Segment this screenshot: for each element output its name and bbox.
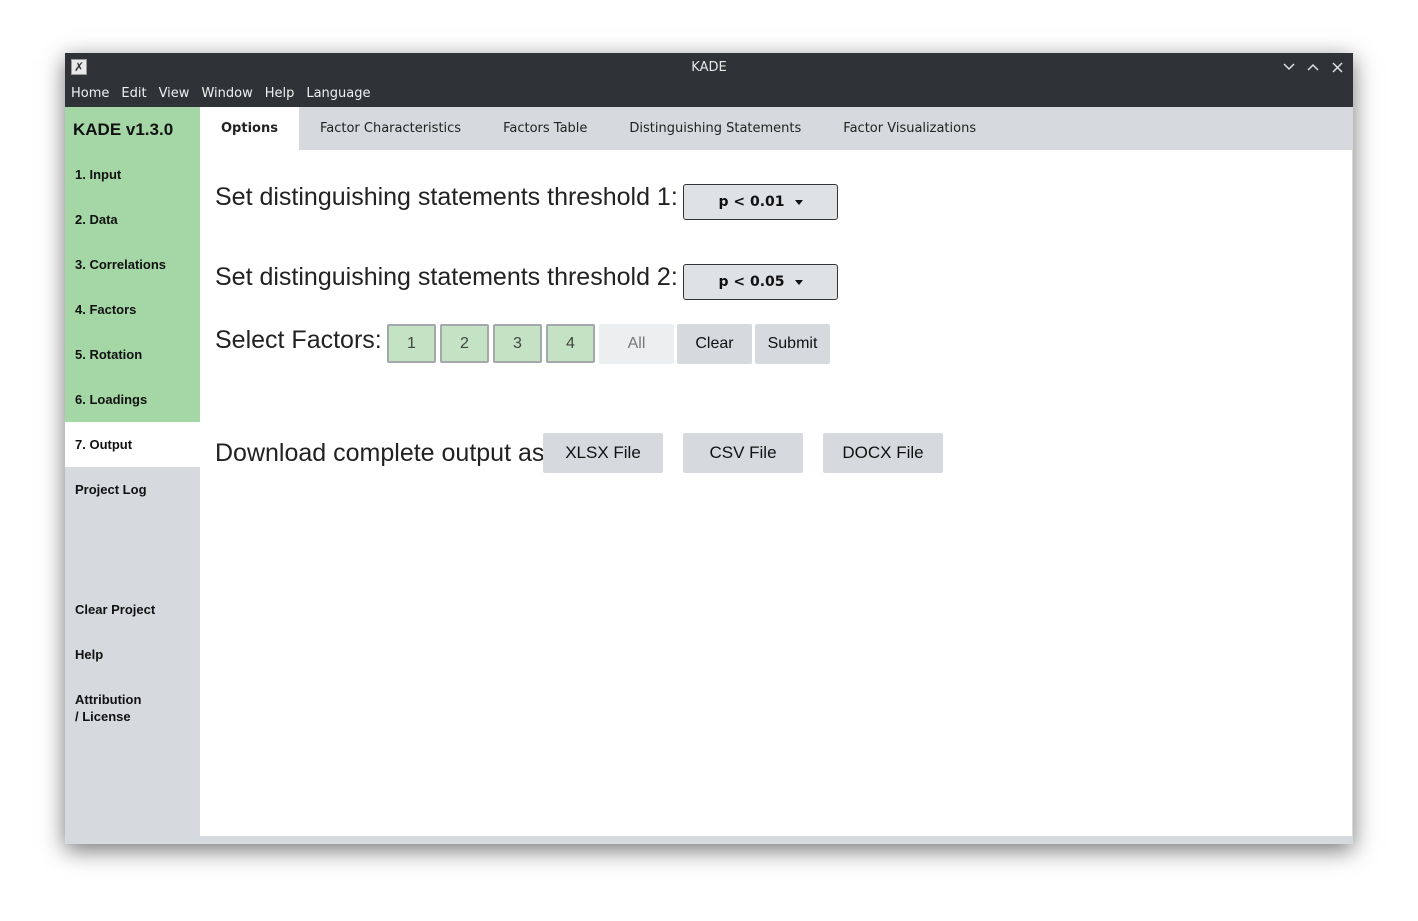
threshold1-dropdown[interactable]: p < 0.01: [683, 184, 838, 220]
app-window: ✗ KADE Home Edit View Window Help Langua…: [65, 53, 1353, 844]
factor-2-button[interactable]: 2: [440, 324, 489, 363]
sidebar-item-help[interactable]: Help: [65, 632, 200, 677]
clear-button[interactable]: Clear: [677, 324, 752, 364]
tab-bar: Options Factor Characteristics Factors T…: [200, 107, 1353, 150]
sidebar-item-project-log[interactable]: Project Log: [65, 467, 200, 512]
minimize-icon[interactable]: [1279, 58, 1299, 76]
close-icon[interactable]: [1327, 58, 1347, 76]
sidebar-item-clear-project[interactable]: Clear Project: [65, 587, 200, 632]
title-bar: ✗ KADE: [65, 53, 1353, 81]
threshold1-label: Set distinguishing statements threshold …: [215, 183, 678, 211]
sidebar-item-output[interactable]: 7. Output: [65, 422, 200, 467]
all-factors-button[interactable]: All: [599, 324, 674, 364]
sidebar-item-correlations[interactable]: 3. Correlations: [65, 242, 200, 287]
maximize-icon[interactable]: [1303, 58, 1323, 76]
tab-options[interactable]: Options: [200, 107, 299, 150]
download-label: Download complete output as:: [215, 439, 552, 467]
tab-factor-characteristics[interactable]: Factor Characteristics: [299, 107, 482, 150]
attribution-line-1: Attribution: [75, 692, 142, 707]
sidebar-item-attribution-license[interactable]: Attribution / License: [65, 677, 200, 724]
factor-1-button[interactable]: 1: [387, 324, 436, 363]
window-controls: [1279, 58, 1347, 76]
menu-bar: Home Edit View Window Help Language: [65, 81, 1353, 107]
select-factors-label: Select Factors:: [215, 326, 382, 354]
menu-home[interactable]: Home: [65, 81, 115, 107]
menu-view[interactable]: View: [153, 81, 196, 107]
menu-help[interactable]: Help: [259, 81, 301, 107]
factor-4-button[interactable]: 4: [546, 324, 595, 363]
menu-window[interactable]: Window: [195, 81, 258, 107]
options-panel: Set distinguishing statements threshold …: [200, 150, 1352, 836]
sidebar-item-loadings[interactable]: 6. Loadings: [65, 377, 200, 422]
window-title: KADE: [691, 60, 727, 75]
app-brand: KADE v1.3.0: [65, 107, 200, 152]
tab-distinguishing-statements[interactable]: Distinguishing Statements: [608, 107, 822, 150]
tab-factor-visualizations[interactable]: Factor Visualizations: [822, 107, 997, 150]
sidebar-item-rotation[interactable]: 5. Rotation: [65, 332, 200, 377]
sidebar: KADE v1.3.0 1. Input 2. Data 3. Correlat…: [65, 107, 200, 844]
submit-button[interactable]: Submit: [755, 324, 830, 364]
threshold2-dropdown[interactable]: p < 0.05: [683, 264, 838, 300]
download-docx-button[interactable]: DOCX File: [823, 433, 943, 473]
threshold2-label: Set distinguishing statements threshold …: [215, 263, 678, 291]
factor-3-button[interactable]: 3: [493, 324, 542, 363]
attribution-line-2: / License: [75, 709, 131, 724]
chevron-down-icon: [794, 199, 803, 205]
sidebar-item-input[interactable]: 1. Input: [65, 152, 200, 197]
threshold1-value: p < 0.01: [718, 194, 785, 210]
tab-factors-table[interactable]: Factors Table: [482, 107, 608, 150]
sidebar-item-data[interactable]: 2. Data: [65, 197, 200, 242]
chevron-down-icon: [794, 279, 803, 285]
menu-edit[interactable]: Edit: [115, 81, 152, 107]
threshold2-value: p < 0.05: [718, 274, 785, 290]
download-xlsx-button[interactable]: XLSX File: [543, 433, 663, 473]
sidebar-item-factors[interactable]: 4. Factors: [65, 287, 200, 332]
menu-language[interactable]: Language: [300, 81, 376, 107]
download-csv-button[interactable]: CSV File: [683, 433, 803, 473]
